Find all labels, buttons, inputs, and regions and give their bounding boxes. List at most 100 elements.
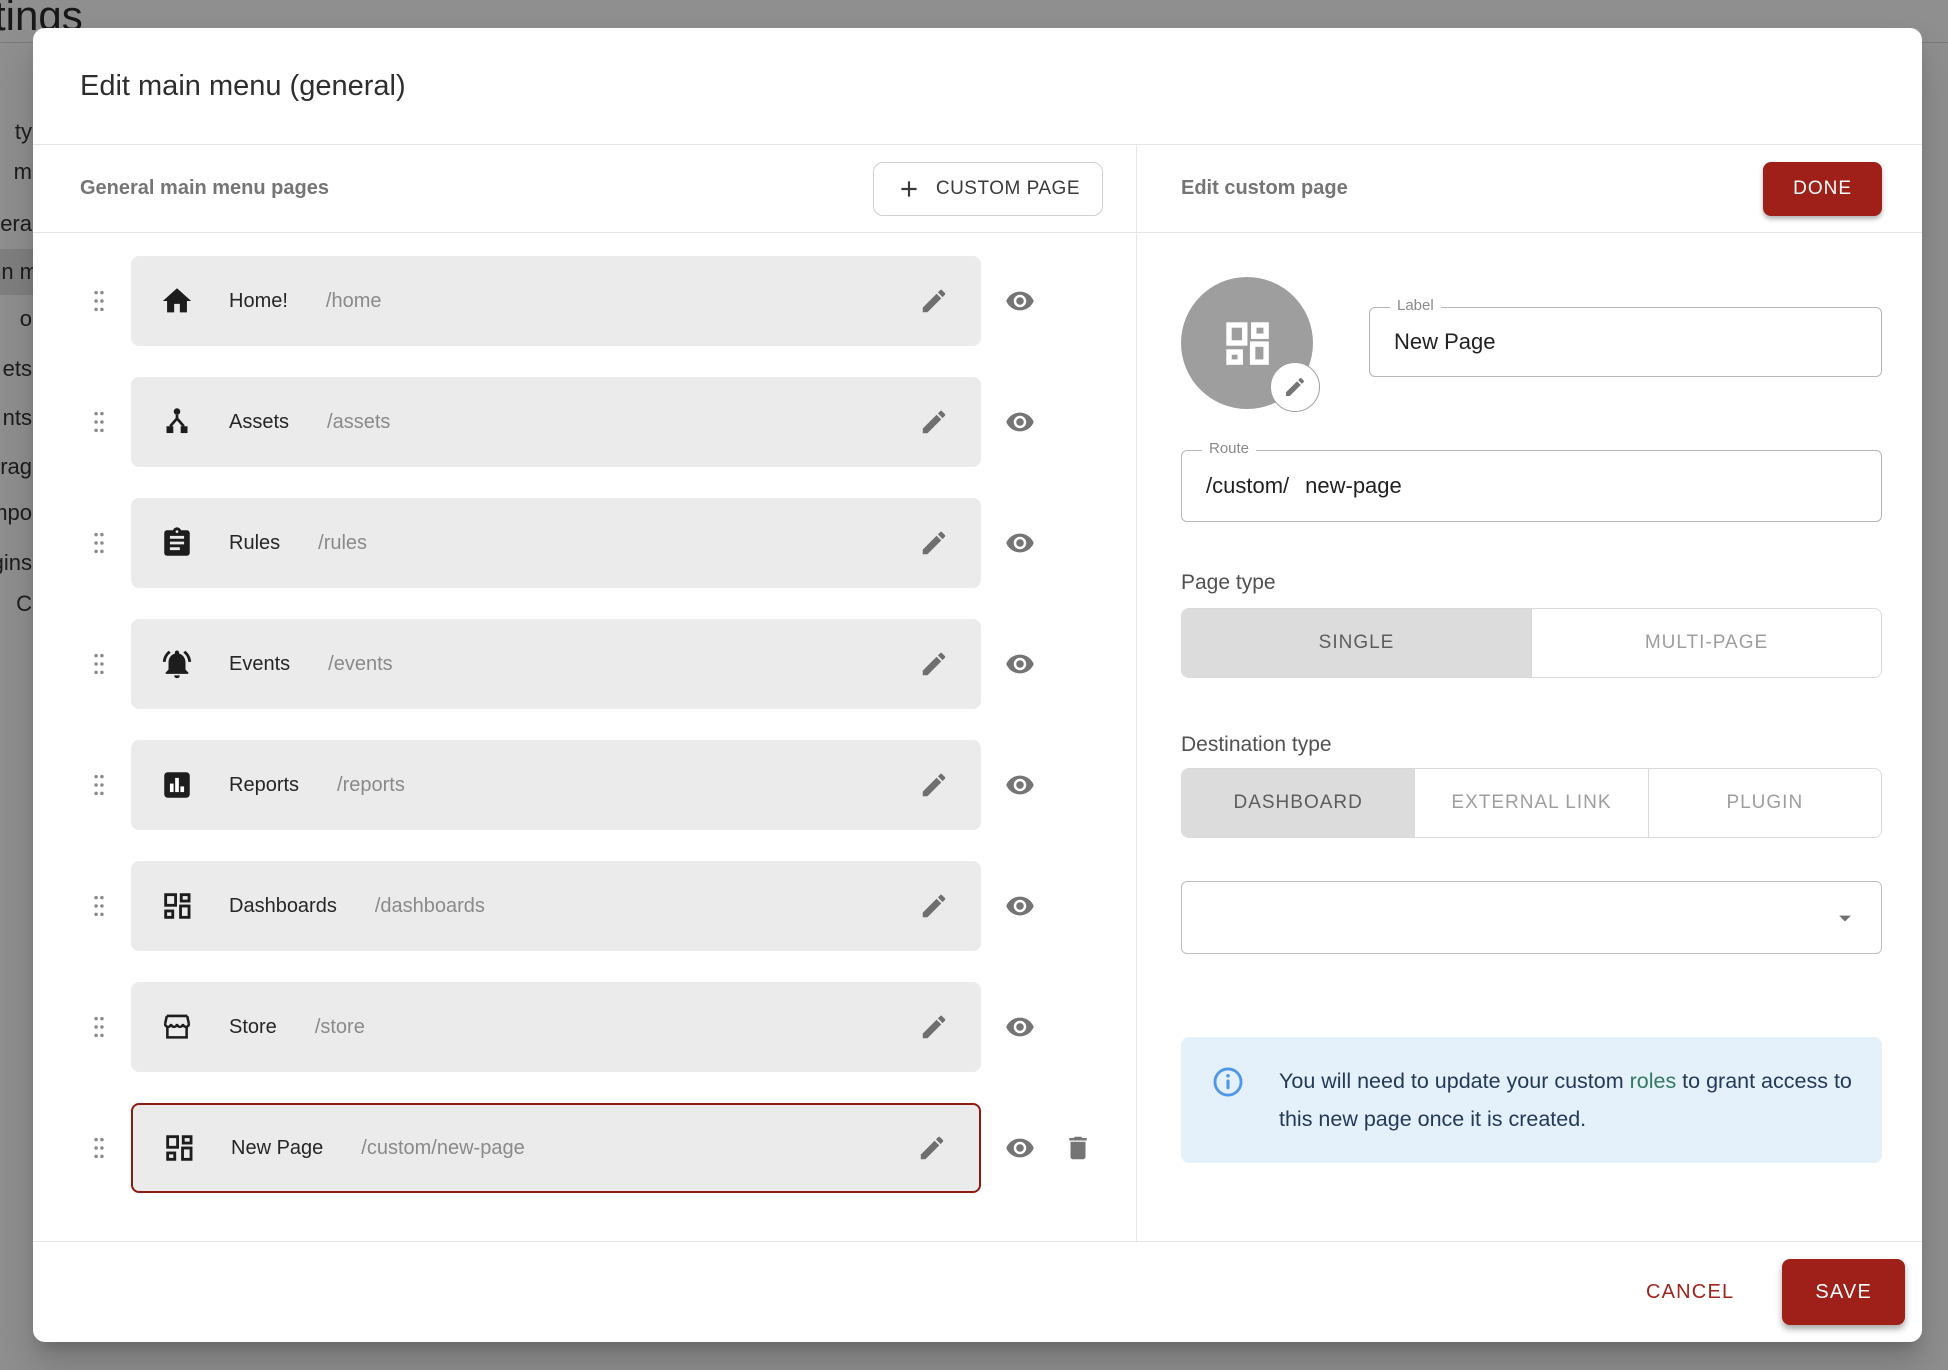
page-icon-avatar — [1181, 277, 1313, 409]
route-field[interactable]: Route /custom/ — [1181, 450, 1882, 522]
edit-item-button[interactable] — [919, 770, 949, 800]
cancel-button[interactable]: CANCEL — [1632, 1271, 1748, 1314]
pencil-icon — [917, 1133, 947, 1163]
reports-icon — [160, 768, 194, 802]
drag-handle-icon[interactable] — [89, 528, 109, 558]
drag-handle-icon[interactable] — [89, 286, 109, 316]
route-field-label: Route — [1202, 440, 1256, 457]
drag-handle-icon[interactable] — [89, 770, 109, 800]
menu-item-label: Store — [229, 1016, 277, 1039]
edit-item-button[interactable] — [919, 407, 949, 437]
add-custom-page-button[interactable]: CUSTOM PAGE — [873, 162, 1103, 216]
edit-item-button[interactable] — [919, 649, 949, 679]
plus-icon — [896, 176, 922, 202]
visibility-toggle-button[interactable] — [1005, 649, 1035, 679]
eye-icon — [1005, 891, 1035, 921]
label-field-label: Label — [1390, 297, 1441, 314]
menu-pages-header: General main menu pages — [80, 177, 329, 200]
edit-item-button[interactable] — [919, 528, 949, 558]
drag-handle-icon[interactable] — [89, 1133, 109, 1163]
dialog-actions: CANCEL SAVE — [33, 1241, 1922, 1342]
edit-main-menu-dialog: Edit main menu (general) General main me… — [33, 28, 1922, 1342]
drag-handle-icon[interactable] — [89, 407, 109, 437]
menu-item-route: /reports — [337, 774, 405, 797]
pencil-icon — [919, 1012, 949, 1042]
drag-handle-icon[interactable] — [89, 649, 109, 679]
pencil-icon — [919, 649, 949, 679]
info-icon — [1211, 1065, 1245, 1099]
dashboards-icon — [160, 889, 194, 923]
delete-item-button[interactable] — [1063, 1133, 1093, 1163]
roles-link[interactable]: roles — [1630, 1069, 1677, 1093]
destination-dashboard[interactable]: DASHBOARD — [1182, 769, 1414, 837]
visibility-toggle-button[interactable] — [1005, 1133, 1035, 1163]
label-input[interactable] — [1394, 329, 1857, 355]
pencil-icon — [919, 528, 949, 558]
add-custom-page-label: CUSTOM PAGE — [936, 178, 1080, 200]
pencil-icon — [1283, 375, 1307, 399]
store-icon — [160, 1010, 194, 1044]
edit-item-button[interactable] — [919, 891, 949, 921]
destination-type-toggle: DASHBOARD EXTERNAL LINK PLUGIN — [1181, 768, 1882, 838]
menu-item-row: Store /store — [89, 982, 1136, 1072]
chevron-down-icon — [1831, 904, 1859, 932]
edit-item-button[interactable] — [919, 1012, 949, 1042]
edit-item-button[interactable] — [917, 1133, 947, 1163]
dashboard-select[interactable] — [1181, 881, 1882, 954]
menu-item[interactable]: Events /events — [131, 619, 981, 709]
visibility-toggle-button[interactable] — [1005, 891, 1035, 921]
eye-icon — [1005, 770, 1035, 800]
edit-icon-button[interactable] — [1270, 362, 1320, 412]
pencil-icon — [919, 286, 949, 316]
menu-item-label: Dashboards — [229, 895, 337, 918]
menu-item[interactable]: Dashboards /dashboards — [131, 861, 981, 951]
menu-item-route: /home — [326, 290, 382, 313]
route-prefix: /custom/ — [1206, 473, 1289, 499]
menu-item-route: /events — [328, 653, 392, 676]
events-icon — [160, 647, 194, 681]
visibility-toggle-button[interactable] — [1005, 1012, 1035, 1042]
eye-icon — [1005, 286, 1035, 316]
done-button[interactable]: DONE — [1763, 162, 1882, 216]
menu-items-list: Home! /home Assets /assets — [33, 256, 1136, 1224]
assets-icon — [160, 405, 194, 439]
visibility-toggle-button[interactable] — [1005, 286, 1035, 316]
edit-item-button[interactable] — [919, 286, 949, 316]
page-type-toggle: SINGLE MULTI-PAGE — [1181, 608, 1882, 678]
pencil-icon — [919, 770, 949, 800]
menu-item-row: Reports /reports — [89, 740, 1136, 830]
page-type-multi-page[interactable]: MULTI-PAGE — [1531, 609, 1881, 677]
menu-item-row: Home! /home — [89, 256, 1136, 346]
menu-item-label: Home! — [229, 290, 288, 313]
page-type-single[interactable]: SINGLE — [1182, 609, 1531, 677]
info-text-before: You will need to update your custom — [1279, 1069, 1630, 1093]
visibility-toggle-button[interactable] — [1005, 407, 1035, 437]
route-input[interactable] — [1305, 473, 1857, 499]
label-field[interactable]: Label — [1369, 307, 1882, 377]
menu-item-route: /rules — [318, 532, 367, 555]
menu-item[interactable]: Home! /home — [131, 256, 981, 346]
home-icon — [160, 284, 194, 318]
menu-item[interactable]: New Page /custom/new-page — [131, 1103, 981, 1193]
menu-item-row: Rules /rules — [89, 498, 1136, 588]
menu-item-label: Assets — [229, 411, 289, 434]
menu-item-label: Events — [229, 653, 290, 676]
menu-item-route: /store — [315, 1016, 365, 1039]
menu-item-row: Assets /assets — [89, 377, 1136, 467]
menu-item[interactable]: Store /store — [131, 982, 981, 1072]
visibility-toggle-button[interactable] — [1005, 770, 1035, 800]
menu-item-row: New Page /custom/new-page — [89, 1103, 1136, 1193]
save-button[interactable]: SAVE — [1782, 1259, 1905, 1325]
menu-item-label: Rules — [229, 532, 280, 555]
drag-handle-icon[interactable] — [89, 891, 109, 921]
menu-item[interactable]: Reports /reports — [131, 740, 981, 830]
menu-item-route: /custom/new-page — [361, 1137, 524, 1160]
dashboards-icon — [162, 1131, 196, 1165]
destination-plugin[interactable]: PLUGIN — [1648, 769, 1881, 837]
drag-handle-icon[interactable] — [89, 1012, 109, 1042]
info-text: You will need to update your custom role… — [1279, 1062, 1852, 1138]
menu-item[interactable]: Assets /assets — [131, 377, 981, 467]
menu-item[interactable]: Rules /rules — [131, 498, 981, 588]
destination-external-link[interactable]: EXTERNAL LINK — [1414, 769, 1647, 837]
visibility-toggle-button[interactable] — [1005, 528, 1035, 558]
